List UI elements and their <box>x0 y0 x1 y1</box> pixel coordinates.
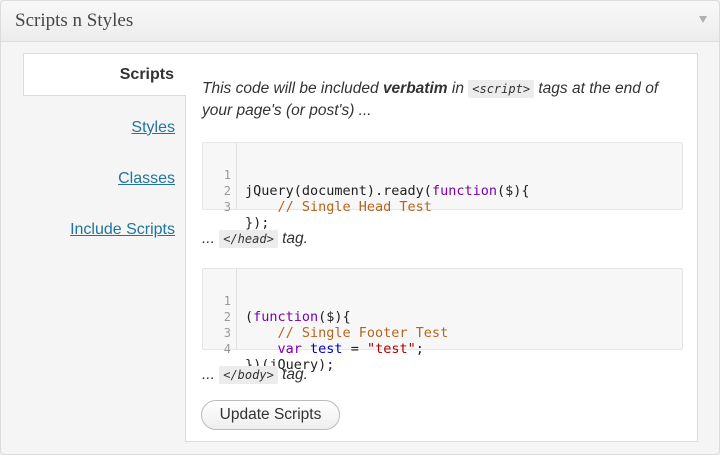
tab-styles[interactable]: Styles <box>131 119 175 137</box>
code-variable: test <box>310 341 343 357</box>
tab-classes[interactable]: Classes <box>118 170 175 188</box>
head-suffix: tag. <box>282 230 308 247</box>
code-text: ; <box>415 341 424 357</box>
metabox-header[interactable]: Scripts n Styles <box>1 1 719 42</box>
head-prefix: ... <box>202 230 215 247</box>
tab-scripts-label: Scripts <box>119 66 174 83</box>
code-string: "test" <box>366 341 416 357</box>
tab-scripts[interactable]: Scripts <box>23 53 186 96</box>
intro-prefix: This code will be included <box>202 80 383 97</box>
update-scripts-button[interactable]: Update Scripts <box>201 400 340 430</box>
code-line: 2 // Single Footer Test <box>203 293 682 341</box>
code-line: 3 var test = "test"; <box>203 309 682 357</box>
code-line: 4 })(jQuery); <box>203 325 682 373</box>
tab-include-scripts[interactable]: Include Scripts <box>70 221 175 239</box>
footer-scripts-editor[interactable]: 1 (function($){ 2 // Single Footer Test … <box>202 268 683 373</box>
script-tag-code: <script> <box>468 80 535 98</box>
metabox-title: Scripts n Styles <box>15 10 134 31</box>
intro-bold: verbatim <box>382 80 448 97</box>
head-scripts-editor[interactable]: 1 jQuery(document).ready(function($){ 2 … <box>202 142 683 231</box>
scripts-n-styles-metabox: Scripts n Styles Scripts Styles Classes … <box>0 0 720 455</box>
code-line: 3 }); <box>203 183 682 231</box>
body-prefix: ... <box>202 366 215 383</box>
code-text: }); <box>245 215 270 231</box>
intro-mid: in <box>447 80 469 97</box>
intro-text: This code will be included verbatim in <… <box>202 78 687 122</box>
code-line: 2 // Single Head Test <box>203 167 682 215</box>
head-tag-code: </head> <box>219 230 278 248</box>
line-number: 4 <box>223 342 231 356</box>
code-line: 1 (function($){ <box>203 277 682 325</box>
code-line: 1 jQuery(document).ready(function($){ <box>203 151 682 199</box>
triangle-down-icon[interactable] <box>699 16 707 23</box>
head-tag-note: ... </head> tag. <box>202 230 308 248</box>
body-tag-code: </body> <box>219 366 278 384</box>
code-text: = <box>342 341 367 357</box>
line-number: 3 <box>223 200 231 214</box>
body-tag-note: ... </body> tag. <box>202 366 308 384</box>
body-suffix: tag. <box>282 366 308 383</box>
scripts-panel: This code will be included verbatim in <… <box>185 53 698 442</box>
